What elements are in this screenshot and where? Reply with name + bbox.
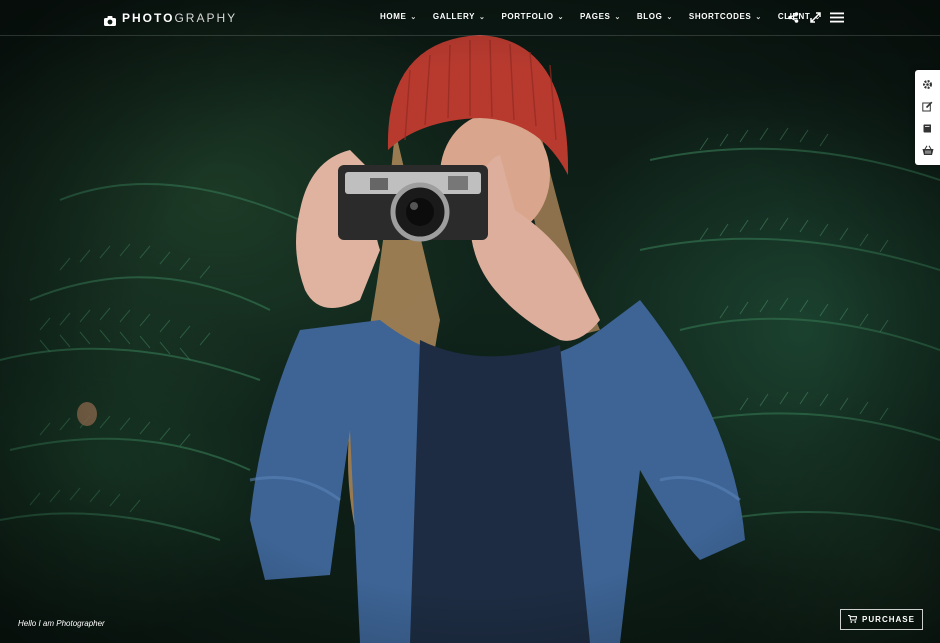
purchase-label: PURCHASE <box>862 615 915 624</box>
nav-item-portfolio[interactable]: PORTFOLIO ⌄ <box>501 12 564 21</box>
nav-item-home[interactable]: HOME ⌄ <box>380 12 417 21</box>
chevron-down-icon: ⌄ <box>614 13 621 21</box>
camera-icon <box>104 13 116 26</box>
menu-icon[interactable] <box>830 10 844 24</box>
site-logo[interactable]: PHOTOGRAPHY <box>104 11 238 26</box>
nav-item-blog[interactable]: BLOG ⌄ <box>637 12 673 21</box>
share-icon[interactable] <box>786 10 800 24</box>
nav-item-pages[interactable]: PAGES ⌄ <box>580 12 621 21</box>
chevron-down-icon: ⌄ <box>410 13 417 21</box>
hero-background <box>0 0 940 643</box>
nav-item-shortcodes[interactable]: SHORTCODES ⌄ <box>689 12 762 21</box>
top-navbar: PHOTOGRAPHY HOME ⌄ GALLERY ⌄ PORTFOLIO ⌄ PA… <box>0 0 940 36</box>
book-icon[interactable] <box>920 121 936 137</box>
basket-icon[interactable] <box>920 143 936 159</box>
cart-icon <box>848 614 858 625</box>
side-tool-panel <box>915 70 940 165</box>
gear-icon[interactable] <box>920 76 936 92</box>
header-actions <box>786 10 844 24</box>
hero-tagline: Hello I am Photographer <box>18 619 105 628</box>
purchase-button[interactable]: PURCHASE <box>840 609 923 630</box>
fullscreen-icon[interactable] <box>808 10 822 24</box>
logo-text: PHOTOGRAPHY <box>122 11 238 25</box>
nav-item-gallery[interactable]: GALLERY ⌄ <box>433 12 486 21</box>
edit-icon[interactable] <box>920 98 936 114</box>
main-nav: HOME ⌄ GALLERY ⌄ PORTFOLIO ⌄ PAGES ⌄ BLOG ⌄ S… <box>380 12 837 21</box>
chevron-down-icon: ⌄ <box>666 13 673 21</box>
chevron-down-icon: ⌄ <box>479 13 486 21</box>
chevron-down-icon: ⌄ <box>557 13 565 21</box>
chevron-down-icon: ⌄ <box>755 13 762 21</box>
